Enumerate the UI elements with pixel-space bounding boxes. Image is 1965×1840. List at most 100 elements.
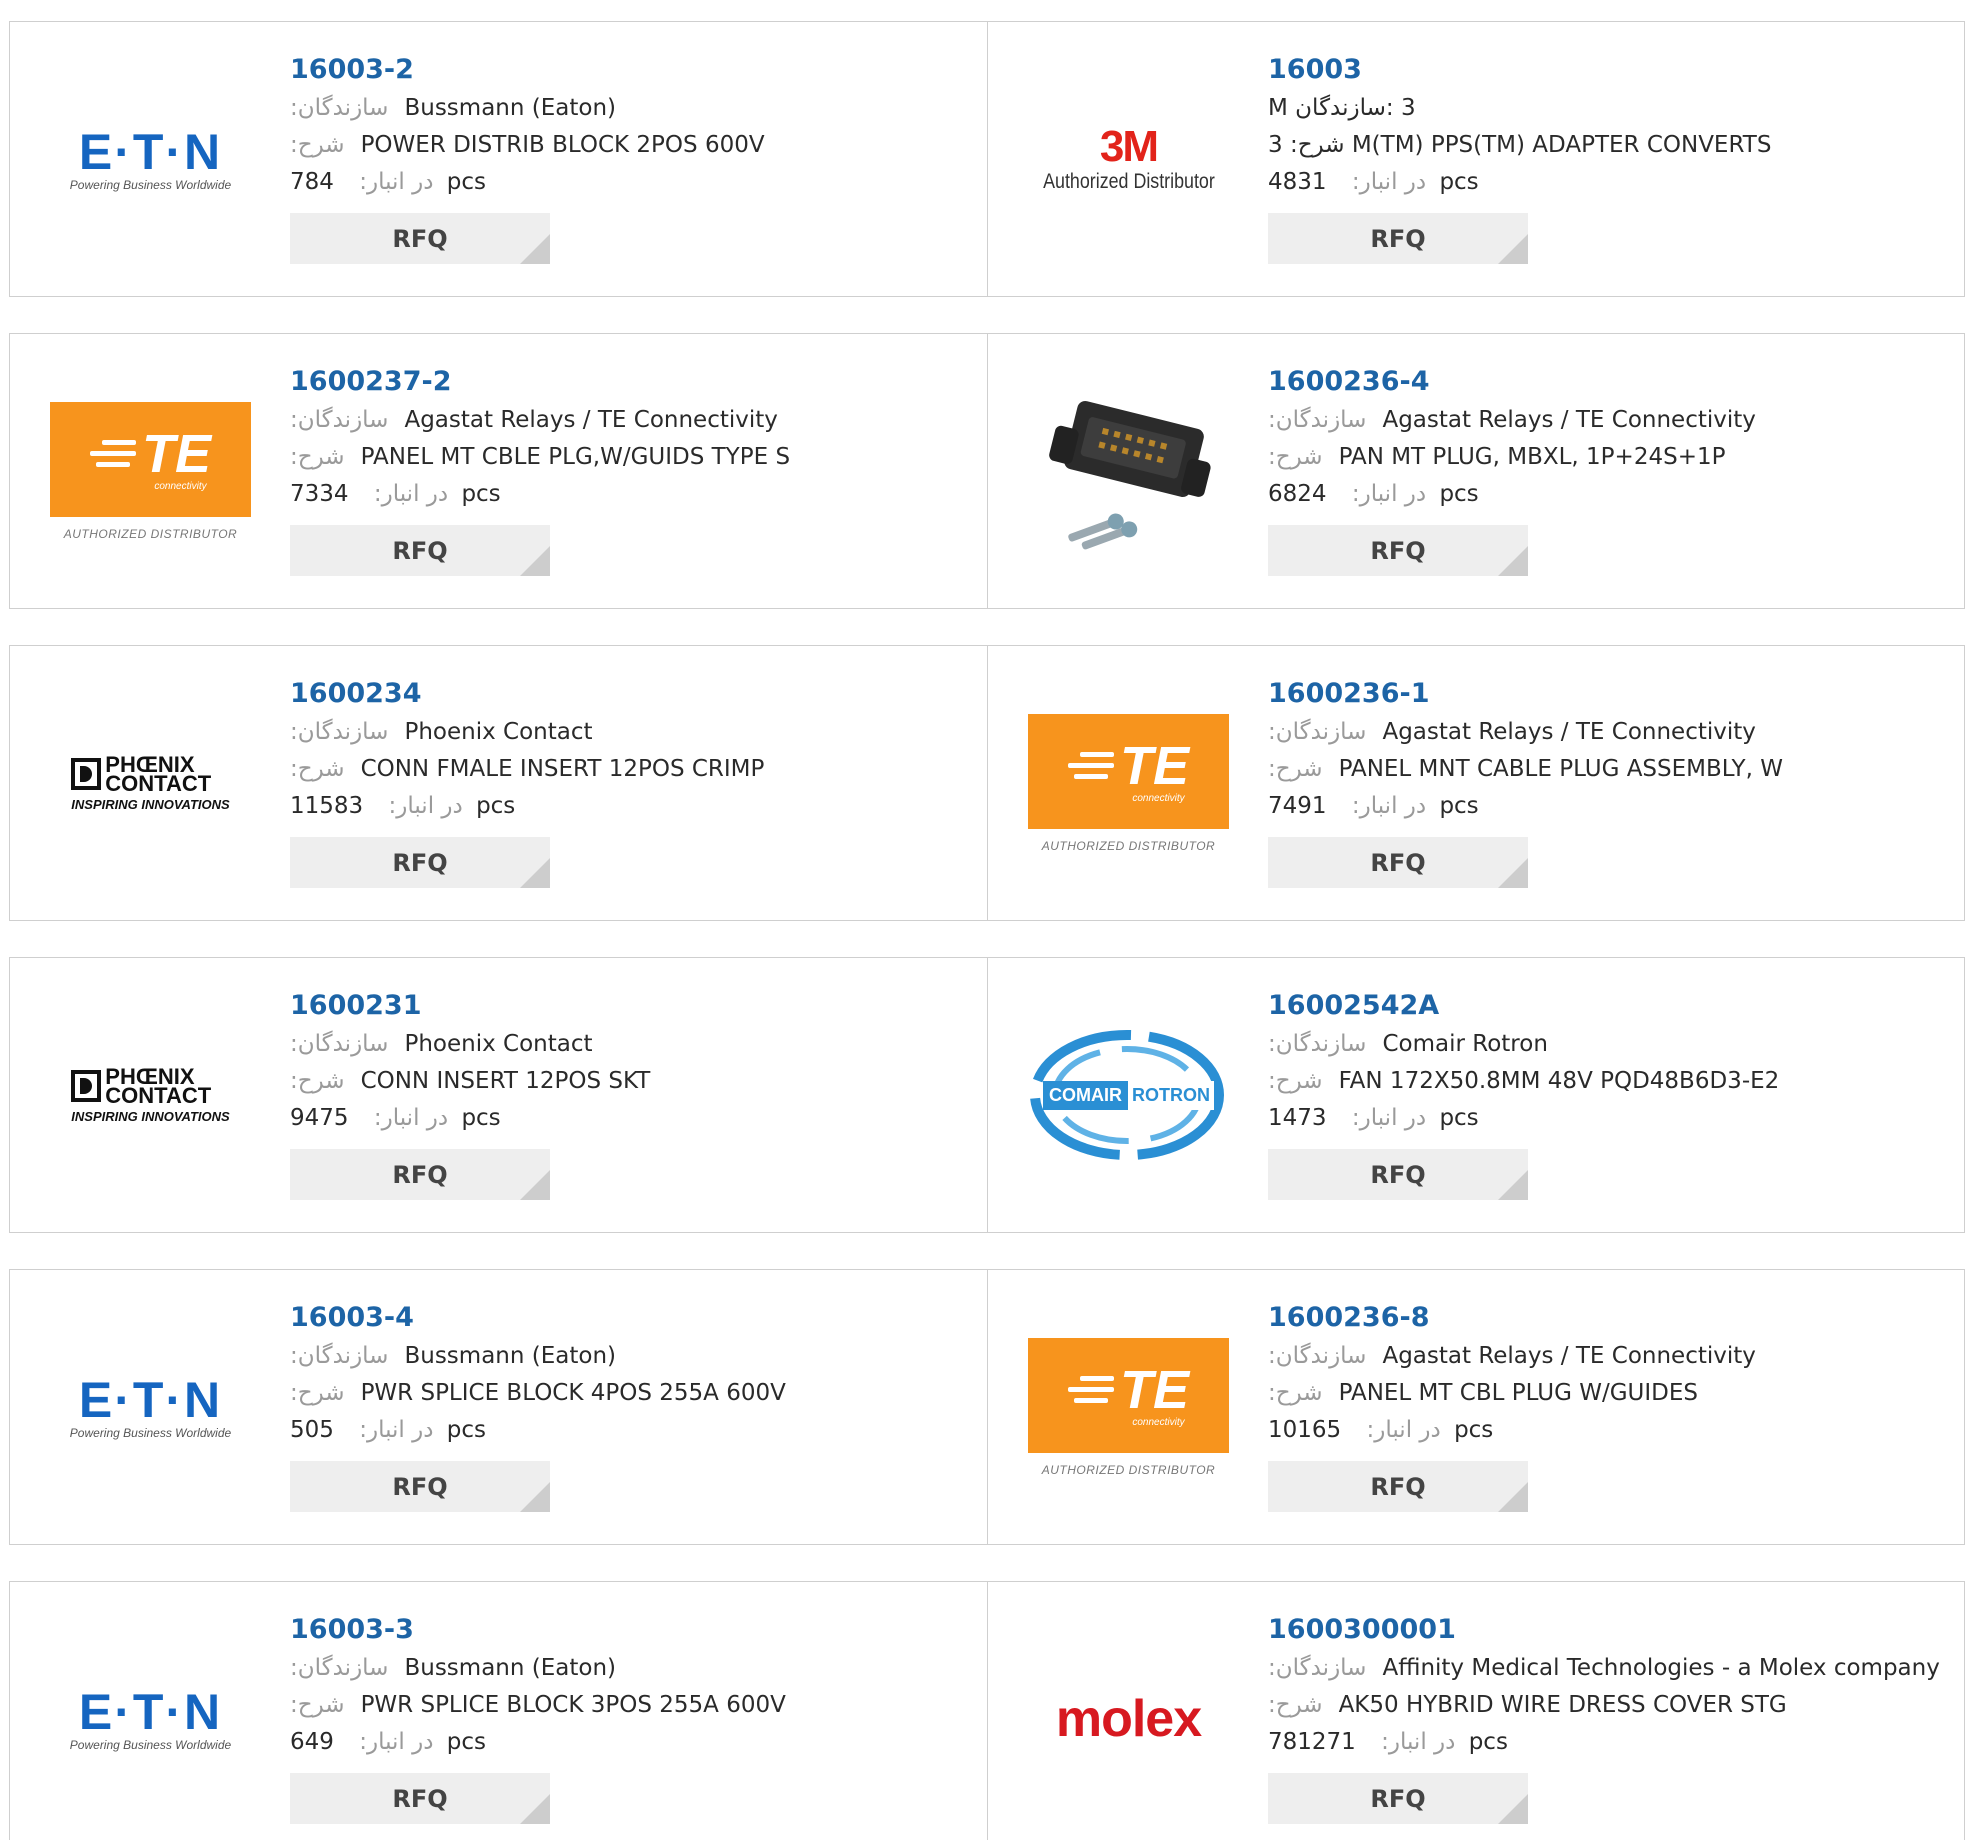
part-number-link[interactable]: 1600300001 <box>1268 1610 1948 1650</box>
rfq-button[interactable]: RFQ <box>290 213 550 264</box>
rfq-corner-icon <box>1498 546 1528 576</box>
description-label: :شرح <box>1268 756 1323 782</box>
part-number-link[interactable]: 16003-4 <box>290 1298 970 1338</box>
manufacturer-line: :سازندگان Comair Rotron <box>1268 1026 1948 1063</box>
stock-line: pcs در انبار: 4831 <box>1268 164 1479 201</box>
rfq-corner-icon <box>520 1170 550 1200</box>
stock-value: 11583 <box>290 793 364 819</box>
description-value: PANEL MT CBL PLUG W/GUIDES <box>1338 1380 1699 1406</box>
comair-rotron-logo: COMAIR ROTRON <box>1027 1030 1230 1160</box>
phoenix-name2: CONTACT <box>105 1082 212 1108</box>
rfq-button[interactable]: RFQ <box>290 1149 550 1200</box>
stock-label: در انبار: <box>373 1105 449 1131</box>
stock-unit: pcs <box>446 1417 487 1443</box>
stock-unit: pcs <box>461 481 501 507</box>
manufacturer-label: :سازندگان <box>290 1031 389 1057</box>
rfq-label: RFQ <box>1370 1472 1426 1501</box>
rfq-button[interactable]: RFQ <box>1268 1461 1528 1512</box>
rfq-button[interactable]: RFQ <box>1268 1149 1528 1200</box>
description-value: PANEL MT CBLE PLG,W/GUIDS TYPE S <box>360 444 791 470</box>
description-value: CONN FMALE INSERT 12POS CRIMP <box>360 756 765 782</box>
part-number-link[interactable]: 16003 <box>1268 50 1948 90</box>
rfq-button[interactable]: RFQ <box>290 525 550 576</box>
eaton-logo: E·T·N Powering Business Worldwide <box>70 1686 231 1752</box>
manufacturer-label: :سازندگان <box>1268 1655 1367 1681</box>
product-info: 16003-4 :سازندگان Bussmann (Eaton) :شرح PW… <box>290 1298 970 1512</box>
part-number-link[interactable]: 1600234 <box>290 674 970 714</box>
stock-line: pcs در انبار: 7334 <box>290 476 501 513</box>
rfq-button[interactable]: RFQ <box>1268 525 1528 576</box>
stock-unit: pcs <box>446 169 487 195</box>
eaton-wordmark: E·T·N <box>78 1684 223 1740</box>
description-label: :شرح <box>1268 1068 1323 1094</box>
part-number-link[interactable]: 1600236-1 <box>1268 674 1948 714</box>
manufacturer-label: :سازندگان <box>1268 1031 1367 1057</box>
part-number-link[interactable]: 16003-2 <box>290 50 970 90</box>
rfq-button[interactable]: RFQ <box>290 837 550 888</box>
description-line: :شرح PANEL MT CBLE PLG,W/GUIDS TYPE S <box>290 439 970 476</box>
description-value: PANEL MNT CABLE PLUG ASSEMBLY, W <box>1338 756 1783 782</box>
stock-label: در انبار: <box>1366 1417 1441 1443</box>
manufacturer-value: Agastat Relays / TE Connectivity <box>1382 719 1756 745</box>
part-number-link[interactable]: 1600236-4 <box>1268 362 1948 402</box>
rfq-button[interactable]: RFQ <box>1268 837 1528 888</box>
description-line: :شرح CONN FMALE INSERT 12POS CRIMP <box>290 751 970 788</box>
te-logo-box: TE connectivity <box>1028 1337 1229 1453</box>
description-line: :شرح PANEL MNT CABLE PLUG ASSEMBLY, W <box>1268 751 1948 788</box>
product-info: 1600237-2 :سازندگان Agastat Relays / TE C… <box>290 362 970 576</box>
description-label: :شرح <box>290 1068 345 1094</box>
te-sub: connectivity <box>1132 792 1185 804</box>
stock-label: در انبار: <box>359 169 434 195</box>
stock-line: pcs در انبار: 649 <box>290 1724 486 1761</box>
manufacturer-line: :سازندگان Agastat Relays / TE Connectivit… <box>1268 714 1948 751</box>
part-number-link[interactable]: 16002542A <box>1268 986 1948 1026</box>
stock-line: pcs در انبار: 7491 <box>1268 788 1479 825</box>
stock-line: pcs در انبار: 784 <box>290 164 486 201</box>
product-card: COMAIR ROTRON 16002542A :سازندگان Comair … <box>987 958 1964 1232</box>
stock-value: 4831 <box>1268 169 1327 195</box>
connector-product-image <box>1039 374 1219 568</box>
description-line: :شرح PWR SPLICE BLOCK 3POS 255A 600V <box>290 1687 970 1724</box>
manufacturer-logo: TE connectivity AUTHORIZED DISTRIBUTOR <box>49 367 252 575</box>
product-info: 1600300001 :سازندگان Affinity Medical Tec… <box>1268 1610 1948 1824</box>
rfq-button[interactable]: RFQ <box>1268 213 1528 264</box>
connector-image-icon <box>1048 401 1211 550</box>
rfq-button[interactable]: RFQ <box>1268 1773 1528 1824</box>
stock-label: در انبار: <box>1351 481 1427 507</box>
rfq-button[interactable]: RFQ <box>290 1461 550 1512</box>
eaton-wordmark: E·T·N <box>78 124 223 180</box>
stock-value: 10165 <box>1268 1417 1342 1443</box>
part-number-link[interactable]: 1600237-2 <box>290 362 970 402</box>
rfq-label: RFQ <box>1370 1160 1426 1189</box>
product-row: E·T·N Powering Business Worldwide 16003-… <box>9 1269 1965 1545</box>
rfq-button[interactable]: RFQ <box>290 1773 550 1824</box>
stock-unit: pcs <box>446 1729 487 1755</box>
product-card: TE connectivity AUTHORIZED DISTRIBUTOR 1… <box>987 646 1964 920</box>
product-info: 16003 3 :سازندگان M 3 :شرح M(TM) PPS(TM)… <box>1268 50 1948 264</box>
product-card: TE connectivity AUTHORIZED DISTRIBUTOR 1… <box>987 1270 1964 1544</box>
stock-line: pcs در انبار: 781271 <box>1268 1724 1508 1761</box>
te-wordmark: TE <box>1119 735 1189 796</box>
molex-logo: molex <box>1056 1689 1202 1749</box>
stock-unit: pcs <box>1439 793 1479 819</box>
rfq-corner-icon <box>1498 858 1528 888</box>
3m-wordmark: 3M <box>1099 122 1159 171</box>
rfq-label: RFQ <box>392 1784 448 1813</box>
3m-tagline: Authorized Distributor <box>1042 170 1215 193</box>
part-number-link[interactable]: 1600236-8 <box>1268 1298 1948 1338</box>
rfq-corner-icon <box>520 234 550 264</box>
stock-unit: pcs <box>1454 1417 1494 1443</box>
description-value: FAN 172X50.8MM 48V PQD48B6D3-E2 <box>1338 1068 1780 1094</box>
description-label: :شرح <box>290 444 345 470</box>
description-line: :شرح PAN MT PLUG, MBXL, 1P+24S+1P <box>1268 439 1948 476</box>
stock-value: 649 <box>290 1729 334 1755</box>
stock-unit: pcs <box>1439 481 1479 507</box>
manufacturer-value: Phoenix Contact <box>404 1031 593 1057</box>
manufacturer-logo: 3M Authorized Distributor <box>1027 55 1230 263</box>
part-number-link[interactable]: 16003-3 <box>290 1610 970 1650</box>
stock-value: 7491 <box>1268 793 1327 819</box>
te-tagline: AUTHORIZED DISTRIBUTOR <box>1041 838 1216 853</box>
product-info: 1600231 :سازندگان Phoenix Contact :شرح CON… <box>290 986 970 1200</box>
manufacturer-value: Bussmann (Eaton) <box>404 1343 616 1369</box>
part-number-link[interactable]: 1600231 <box>290 986 970 1026</box>
